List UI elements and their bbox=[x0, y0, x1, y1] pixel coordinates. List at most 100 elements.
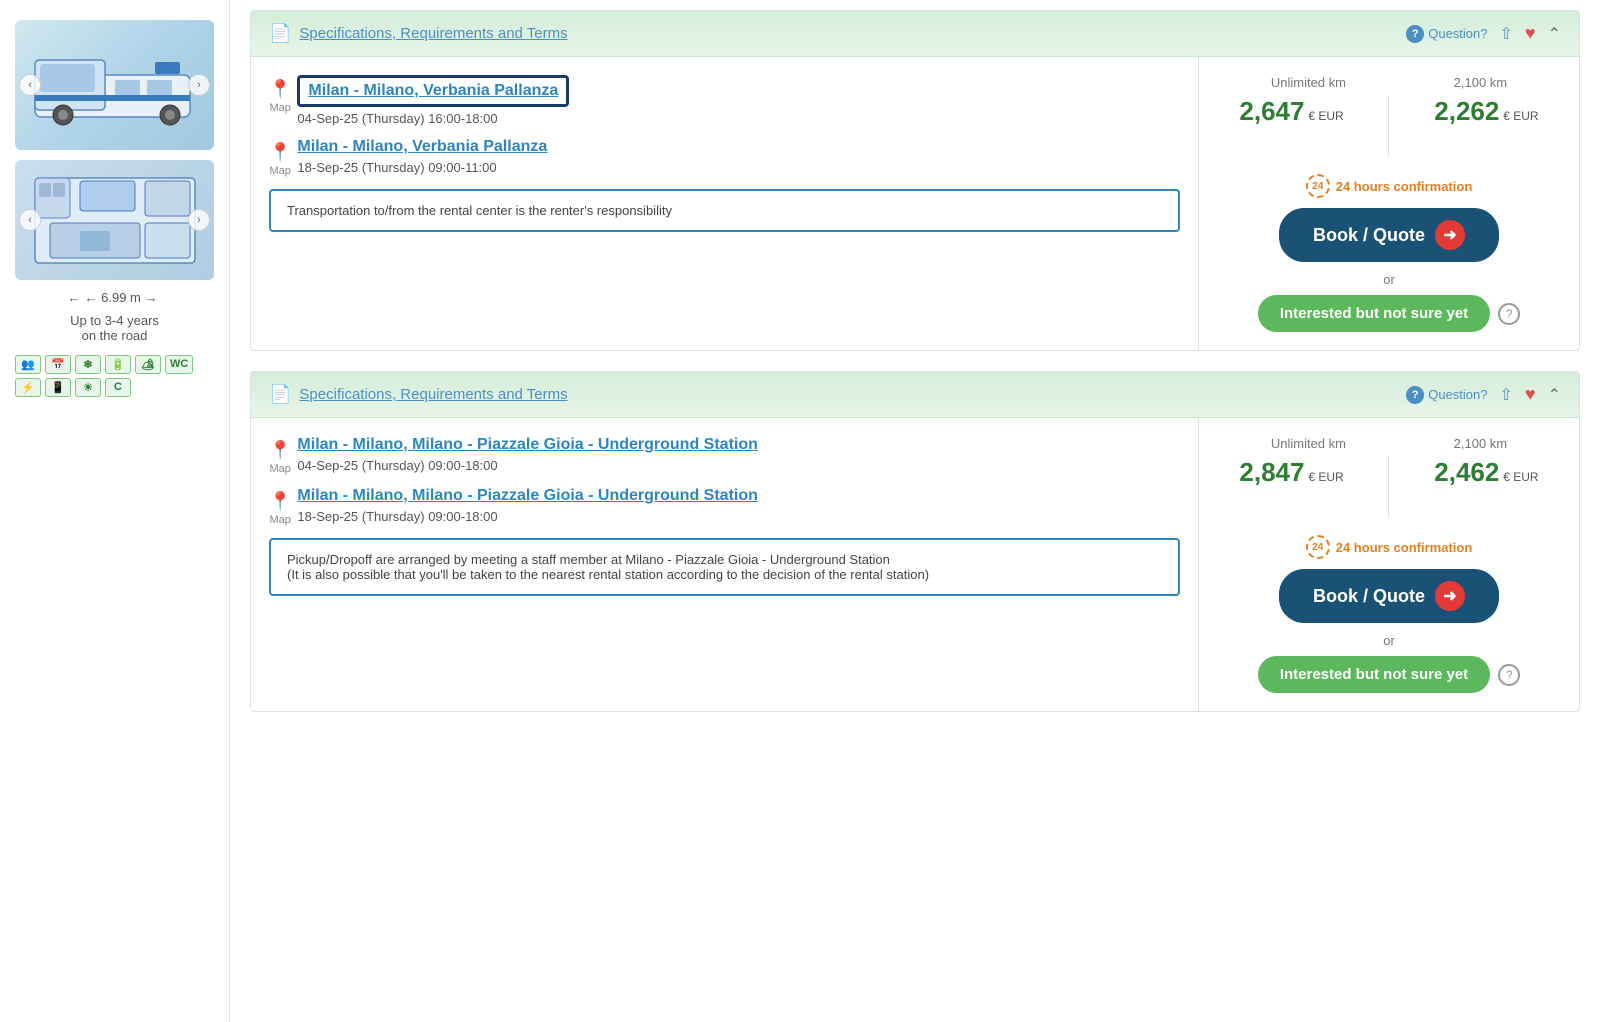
card1-or-text: or bbox=[1383, 272, 1395, 287]
card1-km2100-label: 2,100 km bbox=[1454, 75, 1507, 90]
pickup-map-label-2[interactable]: Map bbox=[270, 463, 291, 475]
specs-link-2[interactable]: Specifications, Requirements and Terms bbox=[299, 386, 567, 403]
amenity-media: 📱 bbox=[45, 378, 71, 397]
card2-km-price: 2,462 € EUR bbox=[1434, 457, 1538, 517]
card2-price-header: Unlimited km 2,100 km bbox=[1217, 436, 1561, 451]
question-icon-1: ? bbox=[1406, 25, 1424, 43]
question-link-1[interactable]: ? Question? bbox=[1406, 25, 1487, 43]
amenity-solar: ☀ bbox=[75, 378, 101, 397]
pickup-pin-icon-2: 📍 bbox=[269, 440, 291, 461]
amenity-ac: ❄ bbox=[75, 355, 101, 374]
card1-help-icon[interactable]: ? bbox=[1498, 303, 1520, 325]
card1-header-left: 📄 Specifications, Requirements and Terms bbox=[269, 23, 568, 44]
card2-price-section: Unlimited km 2,100 km 2,847 € EUR 2,462 bbox=[1217, 436, 1561, 535]
card2-book-button[interactable]: Book / Quote ➜ bbox=[1279, 569, 1499, 623]
card1-unlimited-price: 2,647 € EUR bbox=[1239, 96, 1343, 156]
image-prev-button[interactable]: ‹ bbox=[19, 74, 41, 96]
card2-unlimited-currency: € EUR bbox=[1308, 470, 1343, 484]
heart-icon-1[interactable]: ♥ bbox=[1525, 23, 1536, 44]
card1-book-label: Book / Quote bbox=[1313, 225, 1425, 246]
card2-body: 📍 Map Milan - Milano, Milano - Piazzale … bbox=[251, 418, 1579, 711]
card1-notice: Transportation to/from the rental center… bbox=[269, 189, 1180, 232]
card2-interested-label: Interested but not sure yet bbox=[1280, 666, 1468, 683]
doc-icon-2: 📄 bbox=[269, 384, 291, 405]
amenity-electric: ⚡ bbox=[15, 378, 41, 397]
rental-card-1: 📄 Specifications, Requirements and Terms… bbox=[250, 10, 1580, 351]
card2-unlimited-amount: 2,847 bbox=[1239, 457, 1304, 487]
main-content: 📄 Specifications, Requirements and Terms… bbox=[230, 0, 1600, 1022]
size-arrow-left: ← bbox=[68, 290, 81, 305]
question-icon-2: ? bbox=[1406, 386, 1424, 404]
card2-unlimited-price: 2,847 € EUR bbox=[1239, 457, 1343, 517]
card2-notice-text: Pickup/Dropoff are arranged by meeting a… bbox=[287, 552, 929, 582]
card2-km-currency: € EUR bbox=[1503, 470, 1538, 484]
card1-header: 📄 Specifications, Requirements and Terms… bbox=[251, 11, 1579, 57]
card2-book-label: Book / Quote bbox=[1313, 586, 1425, 607]
card1-unlimited-label: Unlimited km bbox=[1271, 75, 1346, 90]
dropoff-location-name-2[interactable]: Milan - Milano, Milano - Piazzale Gioia … bbox=[297, 487, 757, 505]
dropoff-pin-icon-2: 📍 bbox=[269, 491, 291, 512]
pickup-pin-icon-1: 📍 bbox=[269, 79, 291, 100]
card2-confirmation-text: 24 hours confirmation bbox=[1336, 540, 1473, 555]
card1-confirmation-text: 24 hours confirmation bbox=[1336, 179, 1473, 194]
card1-conf-icon: 24 bbox=[1306, 174, 1330, 198]
pickup-location-name-1[interactable]: Milan - Milano, Verbania Pallanza bbox=[308, 82, 558, 100]
card1-body: 📍 Map Milan - Milano, Verbania Pallanza … bbox=[251, 57, 1579, 350]
card1-header-right: ? Question? ⇧ ♥ ⌃ bbox=[1406, 23, 1561, 44]
card2-conf-icon: 24 bbox=[1306, 535, 1330, 559]
pickup-location-name-2[interactable]: Milan - Milano, Milano - Piazzale Gioia … bbox=[297, 436, 757, 454]
sidebar: ‹ bbox=[0, 0, 230, 1022]
amenity-shower: WC bbox=[165, 355, 193, 374]
pickup-map-label-1[interactable]: Map bbox=[270, 102, 291, 114]
card2-help-icon[interactable]: ? bbox=[1498, 664, 1520, 686]
pickup-date-2: 04-Sep-25 (Thursday) 09:00-18:00 bbox=[297, 458, 757, 473]
card2-interested-button[interactable]: Interested but not sure yet bbox=[1258, 656, 1490, 693]
card1-unlimited-amount: 2,647 bbox=[1239, 96, 1304, 126]
layout-prev-button[interactable]: ‹ bbox=[19, 209, 41, 231]
card2-header-right: ? Question? ⇧ ♥ ⌃ bbox=[1406, 384, 1561, 405]
amenity-persons: 👥 bbox=[15, 355, 41, 374]
dropoff-date-2: 18-Sep-25 (Thursday) 09:00-18:00 bbox=[297, 509, 757, 524]
image-next-button[interactable]: › bbox=[188, 74, 210, 96]
amenity-icons-container: 👥 📅 ❄ 🔋 🏕 WC ⚡ 📱 ☀ C bbox=[15, 355, 214, 397]
collapse-icon-2[interactable]: ⌃ bbox=[1548, 385, 1561, 405]
card2-book-arrow: ➜ bbox=[1435, 581, 1465, 611]
card1-book-arrow: ➜ bbox=[1435, 220, 1465, 250]
card2-km2100-label: 2,100 km bbox=[1454, 436, 1507, 451]
years-on-road: Up to 3-4 yearson the road bbox=[15, 313, 214, 343]
question-link-2[interactable]: ? Question? bbox=[1406, 386, 1487, 404]
card2-notice: Pickup/Dropoff are arranged by meeting a… bbox=[269, 538, 1180, 596]
question-label-2: Question? bbox=[1428, 387, 1487, 402]
card1-book-button[interactable]: Book / Quote ➜ bbox=[1279, 208, 1499, 262]
card2-confirmation-badge: 24 24 hours confirmation bbox=[1306, 535, 1473, 559]
card1-interested-label: Interested but not sure yet bbox=[1280, 305, 1468, 322]
collapse-icon-1[interactable]: ⌃ bbox=[1548, 24, 1561, 44]
card1-km-price: 2,262 € EUR bbox=[1434, 96, 1538, 156]
rental-card-2: 📄 Specifications, Requirements and Terms… bbox=[250, 371, 1580, 712]
card1-interested-button[interactable]: Interested but not sure yet bbox=[1258, 295, 1490, 332]
card2-pickup-block: 📍 Map Milan - Milano, Milano - Piazzale … bbox=[269, 436, 1180, 475]
card1-price-section: Unlimited km 2,100 km 2,647 € EUR 2,262 bbox=[1217, 75, 1561, 174]
card2-right: Unlimited km 2,100 km 2,847 € EUR 2,462 bbox=[1199, 418, 1579, 711]
dropoff-pin-icon-1: 📍 bbox=[269, 142, 291, 163]
size-value: ← 6.99 m → bbox=[85, 290, 158, 305]
card1-dropoff-block: 📍 Map Milan - Milano, Verbania Pallanza … bbox=[269, 138, 1180, 177]
share-icon-1[interactable]: ⇧ bbox=[1500, 24, 1513, 44]
amenity-calendar: 📅 bbox=[45, 355, 71, 374]
doc-icon-1: 📄 bbox=[269, 23, 291, 44]
dropoff-map-label-1[interactable]: Map bbox=[270, 165, 291, 177]
amenity-battery: 🔋 bbox=[105, 355, 131, 374]
card2-unlimited-label: Unlimited km bbox=[1271, 436, 1346, 451]
dropoff-date-1: 18-Sep-25 (Thursday) 09:00-11:00 bbox=[297, 160, 547, 175]
specs-link-1[interactable]: Specifications, Requirements and Terms bbox=[299, 25, 567, 42]
layout-next-button[interactable]: › bbox=[188, 209, 210, 231]
share-icon-2[interactable]: ⇧ bbox=[1500, 385, 1513, 405]
card2-left: 📍 Map Milan - Milano, Milano - Piazzale … bbox=[251, 418, 1199, 711]
dropoff-location-name-1[interactable]: Milan - Milano, Verbania Pallanza bbox=[297, 138, 547, 156]
card1-notice-text: Transportation to/from the rental center… bbox=[287, 203, 672, 218]
card1-unlimited-currency: € EUR bbox=[1308, 109, 1343, 123]
heart-icon-2[interactable]: ♥ bbox=[1525, 384, 1536, 405]
card1-right: Unlimited km 2,100 km 2,647 € EUR 2,262 bbox=[1199, 57, 1579, 350]
card2-price-values: 2,847 € EUR 2,462 € EUR bbox=[1217, 457, 1561, 517]
dropoff-map-label-2[interactable]: Map bbox=[270, 514, 291, 526]
